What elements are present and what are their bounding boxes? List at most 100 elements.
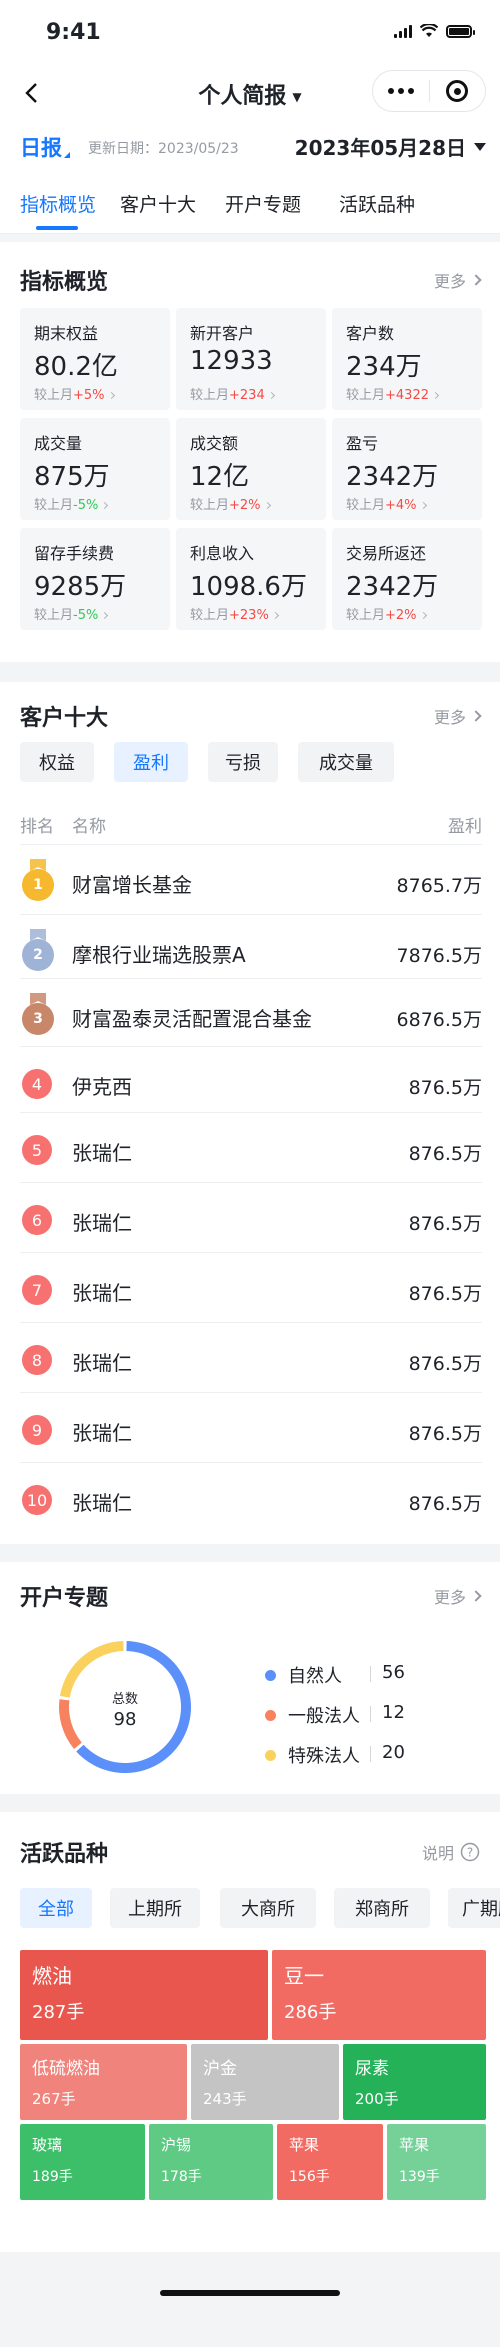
- variety-volume: 200手: [355, 2090, 399, 2108]
- rank-badge: 8: [22, 1345, 52, 1375]
- exchange-tab-gfex[interactable]: 广期所: [448, 1888, 500, 1928]
- period-selector[interactable]: 日报: [20, 132, 70, 162]
- metric-card[interactable]: 成交量 875万 较上月-5%: [20, 418, 170, 520]
- variety-tile[interactable]: 沪金 243手: [191, 2044, 339, 2120]
- variety-tile[interactable]: 苹果 139手: [387, 2124, 486, 2200]
- client-profit: 876.5万: [408, 1077, 482, 1099]
- col-header-name: 名称: [72, 817, 106, 837]
- chevron-right-icon: [470, 1590, 482, 1602]
- tab-overview[interactable]: 指标概览: [20, 190, 96, 217]
- ranking-row[interactable]: 6 张瑞仁 876.5万: [20, 1182, 482, 1252]
- page-title: 个人简报: [198, 84, 287, 109]
- status-bar: 9:41: [0, 0, 500, 66]
- rank-number: 3: [33, 1011, 43, 1027]
- ranking-row[interactable]: 2 摩根行业瑞选股票A 7876.5万: [20, 914, 482, 978]
- section-title: 开户专题: [20, 1586, 109, 1611]
- legend-item: 特殊法人: [265, 1742, 360, 1768]
- chevron-right-icon: [271, 611, 279, 620]
- filter-chip-loss[interactable]: 亏损: [208, 742, 278, 782]
- exchange-tab-czce[interactable]: 郑商所: [334, 1888, 430, 1928]
- ranking-row[interactable]: 9 张瑞仁 876.5万: [20, 1392, 482, 1462]
- status-time: 9:41: [46, 20, 101, 45]
- exchange-tab-shfe[interactable]: 上期所: [110, 1888, 200, 1928]
- rank-number: 10: [26, 1490, 48, 1510]
- variety-name: 苹果: [289, 2136, 320, 2154]
- legend-label: 自然人: [288, 1666, 342, 1687]
- filter-chip-profit[interactable]: 盈利: [114, 742, 188, 782]
- col-header-profit: 盈利: [448, 817, 482, 837]
- legend-value: 12: [382, 1702, 405, 1723]
- exchange-tab-all[interactable]: 全部: [20, 1888, 92, 1928]
- chevron-right-icon: [419, 611, 427, 620]
- exchange-tab-dce[interactable]: 大商所: [220, 1888, 316, 1928]
- filter-chip-equity[interactable]: 权益: [20, 742, 94, 782]
- variety-volume: 286手: [284, 2002, 337, 2023]
- date-picker[interactable]: 2023年05月28日: [295, 132, 486, 161]
- metric-card[interactable]: 交易所返还 2342万 较上月+2%: [332, 528, 482, 630]
- accounts-more-link[interactable]: 更多: [434, 1584, 482, 1608]
- variety-tile[interactable]: 沪锡 178手: [149, 2124, 273, 2200]
- metric-compare: 较上月+23%: [190, 604, 279, 623]
- ranking-row[interactable]: 4 伊克西 876.5万: [20, 1046, 482, 1112]
- more-dots-icon[interactable]: [373, 71, 429, 111]
- metric-change: +23%: [229, 608, 269, 623]
- metric-value: 2342万: [346, 462, 439, 492]
- metric-card[interactable]: 客户数 234万 较上月+4322: [332, 308, 482, 410]
- legend-divider: [370, 1746, 371, 1762]
- tab-accounts[interactable]: 开户专题: [225, 190, 301, 217]
- tab-varieties[interactable]: 活跃品种: [339, 190, 415, 217]
- varieties-help-link[interactable]: 说明 ?: [422, 1840, 480, 1864]
- variety-volume: 243手: [203, 2090, 247, 2108]
- ranking-row[interactable]: 1 财富增长基金 8765.7万: [20, 844, 482, 914]
- caret-down-icon: [474, 142, 486, 151]
- client-profit: 876.5万: [408, 1353, 482, 1375]
- legend-divider: [370, 1706, 371, 1722]
- metric-card[interactable]: 新开客户 12933 较上月+234: [176, 308, 326, 410]
- close-miniprogram-icon[interactable]: [430, 71, 486, 111]
- variety-name: 豆一: [284, 1964, 324, 1988]
- variety-tile[interactable]: 燃油 287手: [20, 1950, 268, 2040]
- metric-card[interactable]: 盈亏 2342万 较上月+4%: [332, 418, 482, 520]
- metric-card[interactable]: 留存手续费 9285万 较上月-5%: [20, 528, 170, 630]
- compare-label: 较上月: [346, 608, 386, 623]
- ranking-row[interactable]: 10 张瑞仁 876.5万: [20, 1462, 482, 1532]
- metric-card[interactable]: 期末权益 80.2亿 较上月+5%: [20, 308, 170, 410]
- chevron-right-icon: [101, 501, 109, 510]
- ranking-row[interactable]: 8 张瑞仁 876.5万: [20, 1322, 482, 1392]
- metric-card[interactable]: 成交额 12亿 较上月+2%: [176, 418, 326, 520]
- metric-compare: 较上月+2%: [346, 604, 427, 623]
- ranking-row[interactable]: 5 张瑞仁 876.5万: [20, 1112, 482, 1182]
- variety-tile[interactable]: 尿素 200手: [343, 2044, 486, 2120]
- metric-change: +2%: [385, 608, 417, 623]
- compare-label: 较上月: [190, 498, 230, 513]
- client-profit: 876.5万: [408, 1283, 482, 1305]
- top-clients-more-link[interactable]: 更多: [434, 704, 482, 728]
- variety-tile[interactable]: 豆一 286手: [272, 1950, 486, 2040]
- compare-label: 较上月: [346, 388, 386, 403]
- variety-tile[interactable]: 苹果 156手: [277, 2124, 383, 2200]
- legend-divider: [370, 1666, 371, 1682]
- metric-label: 客户数: [346, 324, 395, 343]
- donut-segment: [76, 1641, 191, 1773]
- tab-top-clients[interactable]: 客户十大: [120, 190, 196, 217]
- chevron-right-icon: [470, 274, 482, 286]
- variety-volume: 189手: [32, 2169, 73, 2185]
- rank-number: 1: [33, 877, 43, 893]
- variety-tile[interactable]: 低硫燃油 267手: [20, 2044, 187, 2120]
- variety-name: 玻璃: [32, 2136, 63, 2154]
- accounts-section: 开户专题 更多 总数 98 自然人 56 一般法人 12 特殊法人 20: [0, 1562, 500, 1794]
- filter-chip-volume[interactable]: 成交量: [298, 742, 394, 782]
- metric-change: +2%: [229, 498, 261, 513]
- chevron-right-icon: [263, 501, 271, 510]
- metric-card[interactable]: 利息收入 1098.6万 较上月+23%: [176, 528, 326, 630]
- ranking-row[interactable]: 7 张瑞仁 876.5万: [20, 1252, 482, 1322]
- metric-value: 875万: [34, 462, 110, 492]
- ranking-row[interactable]: 3 财富盈泰灵活配置混合基金 6876.5万: [20, 978, 482, 1046]
- variety-tile[interactable]: 玻璃 189手: [20, 2124, 145, 2200]
- selected-date: 2023年05月28日: [294, 136, 466, 160]
- section-title: 指标概览: [20, 270, 109, 295]
- account-donut-chart: 总数 98: [59, 1641, 191, 1773]
- medal-icon: 1: [22, 859, 54, 901]
- rank-badge: 7: [22, 1275, 52, 1305]
- overview-more-link[interactable]: 更多: [434, 268, 482, 292]
